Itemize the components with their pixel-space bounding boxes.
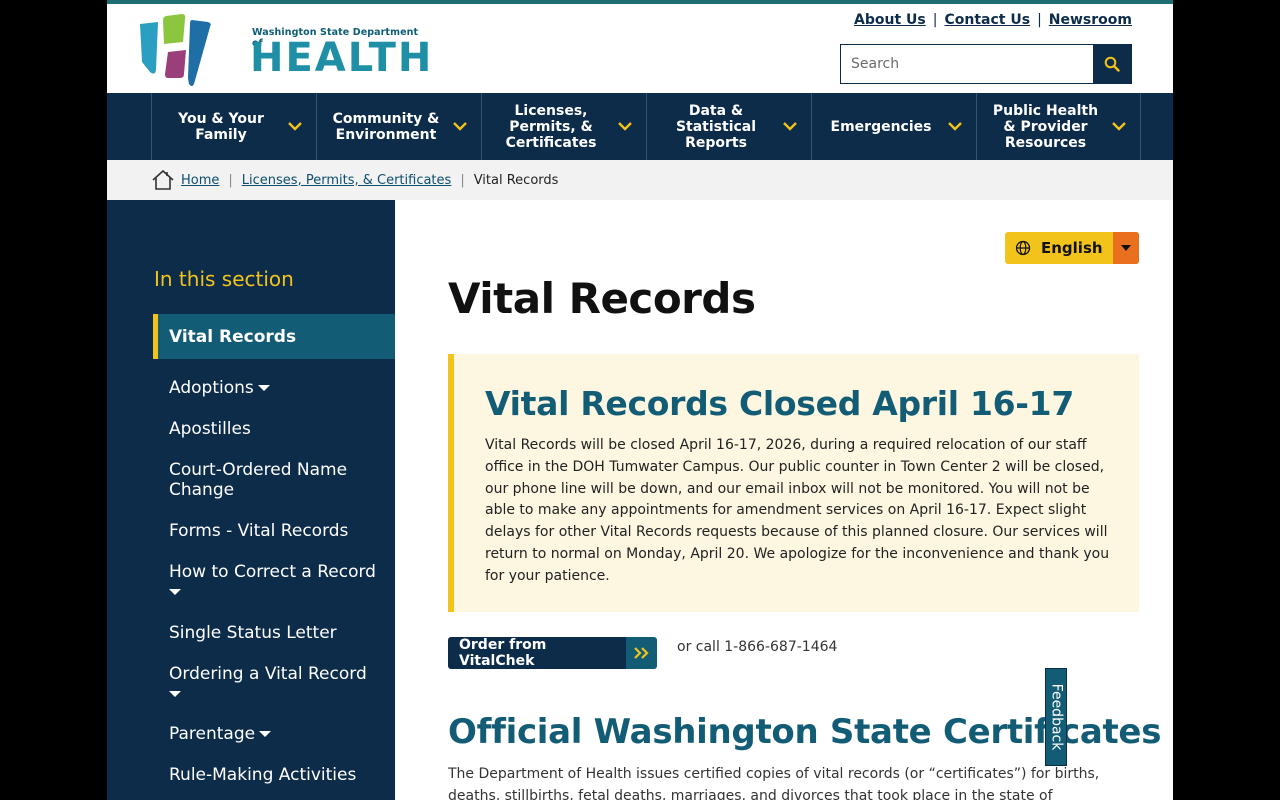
nav-public-health-provider-resources[interactable]: Public Health & Provider Resources	[976, 93, 1141, 160]
globe-icon	[1015, 240, 1031, 256]
breadcrumb-parent-link[interactable]: Licenses, Permits, & Certificates	[242, 173, 452, 188]
order-button-arrow	[626, 637, 657, 669]
sidebar-item-correct-record[interactable]: How to Correct a Record	[169, 562, 384, 602]
breadcrumb: Home | Licenses, Permits, & Certificates…	[107, 160, 1173, 200]
alert-title: Vital Records Closed April 16-17	[485, 384, 1074, 423]
nav-data-statistical-reports[interactable]: Data & Statistical Reports	[646, 93, 811, 160]
nav-you-and-your-family[interactable]: You & Your Family	[151, 93, 316, 160]
logo-wordmark: HEALTH	[250, 35, 434, 81]
nav-label-line: Community &	[332, 110, 440, 127]
expand-caret-icon[interactable]	[169, 589, 181, 595]
language-selector[interactable]: English	[1005, 232, 1139, 264]
sidebar-item-ordering[interactable]: Ordering a Vital Record	[169, 664, 384, 704]
nav-label-line: Emergencies	[830, 118, 932, 135]
nav-label-line: You & Your	[178, 110, 264, 127]
breadcrumb-home-link[interactable]: Home	[181, 173, 219, 188]
order-vitalchek-button[interactable]: Order from VitalChek	[448, 637, 657, 669]
sidebar-title: In this section	[154, 267, 294, 291]
utility-links: About Us | Contact Us | Newsroom	[854, 12, 1132, 28]
order-button-label: Order from VitalChek	[448, 637, 626, 669]
utility-separator: |	[1037, 12, 1042, 28]
sidebar-item-vital-records[interactable]: Vital Records	[153, 314, 395, 359]
page: Washington State Department of HEALTH Ab…	[107, 0, 1173, 800]
page-title: Vital Records	[448, 274, 756, 323]
search-icon	[1104, 56, 1120, 72]
sidebar-item-label: Court-Ordered Name Change	[169, 460, 348, 500]
sidebar-item-label: Forms - Vital Records	[169, 521, 349, 541]
sidebar-item-label: How to Correct a Record	[169, 562, 376, 582]
search-input[interactable]	[841, 45, 1093, 83]
sidebar-item-label: Ordering a Vital Record	[169, 664, 367, 684]
sidebar-item-label: Apostilles	[169, 419, 251, 439]
sidebar-item-court-ordered-name-change[interactable]: Court-Ordered Name Change	[169, 460, 384, 500]
nav-licenses-permits-certificates[interactable]: Licenses, Permits, & Certificates	[481, 93, 646, 160]
closure-alert: Vital Records Closed April 16-17 Vital R…	[448, 354, 1139, 612]
sidebar-item-forms[interactable]: Forms - Vital Records	[169, 521, 384, 541]
nav-label-line: Data &	[688, 102, 744, 119]
sidebar-item-parentage[interactable]: Parentage	[169, 724, 384, 744]
chevron-down-icon	[618, 122, 632, 131]
nav-label-line: & Provider	[1003, 118, 1088, 135]
nav-label-line: Licenses,	[514, 102, 588, 119]
chevron-down-icon	[783, 122, 797, 131]
breadcrumb-separator: |	[228, 172, 233, 188]
phone-text: or call 1-866-687-1464	[677, 639, 838, 655]
alert-body: Vital Records will be closed April 16-17…	[485, 437, 1110, 584]
language-label: English	[1041, 239, 1103, 257]
newsroom-link[interactable]: Newsroom	[1049, 12, 1132, 28]
contact-us-link[interactable]: Contact Us	[944, 12, 1030, 28]
double-chevron-right-icon	[633, 647, 649, 659]
language-dropdown-button[interactable]	[1113, 232, 1139, 264]
nav-label-line: Family	[195, 126, 247, 143]
home-icon[interactable]	[151, 169, 175, 191]
main-navigation: You & Your Family Community & Environment …	[107, 93, 1173, 160]
sidebar-item-label: Rule-Making Activities	[169, 765, 357, 785]
doh-logo[interactable]: Washington State Department of HEALTH	[138, 12, 431, 88]
sidebar-item-rule-making[interactable]: Rule-Making Activities	[169, 765, 384, 785]
expand-caret-icon[interactable]	[257, 385, 270, 391]
feedback-tab[interactable]: Feedback	[1045, 668, 1067, 766]
expand-caret-icon[interactable]	[169, 691, 181, 697]
nav-label-line: Permits, &	[509, 118, 593, 135]
sidebar-item-label: Adoptions	[169, 378, 254, 398]
search-form	[840, 44, 1132, 84]
chevron-down-icon	[453, 122, 467, 131]
nav-label-line: Public Health	[992, 102, 1099, 119]
sidebar-item-adoptions[interactable]: Adoptions	[169, 378, 384, 398]
nav-label-line: Certificates	[505, 134, 597, 151]
site-header: Washington State Department of HEALTH Ab…	[107, 4, 1173, 93]
utility-separator: |	[932, 12, 938, 28]
nav-label-line: Resources	[1004, 134, 1087, 151]
caret-down-icon	[1121, 245, 1131, 251]
chevron-down-icon	[288, 122, 302, 131]
sidebar-item-single-status-letter[interactable]: Single Status Letter	[169, 623, 384, 643]
sidebar-item-label: Parentage	[169, 724, 256, 744]
chevron-down-icon	[948, 122, 962, 131]
search-button[interactable]	[1093, 45, 1131, 83]
breadcrumb-separator: |	[460, 172, 465, 188]
nav-label-line: Reports	[685, 134, 747, 151]
breadcrumb-current: Vital Records	[473, 172, 559, 188]
about-us-link[interactable]: About Us	[854, 12, 926, 28]
nav-community-environment[interactable]: Community & Environment	[316, 93, 481, 160]
expand-caret-icon[interactable]	[259, 731, 272, 737]
sidebar-item-apostilles[interactable]: Apostilles	[169, 419, 384, 439]
logo-mark-icon	[140, 14, 211, 86]
nav-label-line: Statistical	[675, 118, 757, 135]
sidebar-item-label: Single Status Letter	[169, 623, 337, 643]
nav-emergencies[interactable]: Emergencies	[811, 93, 976, 160]
nav-label-line: Environment	[335, 126, 437, 143]
chevron-down-icon	[1112, 122, 1126, 131]
section-sidebar: In this section Vital Records Adoptions …	[107, 200, 395, 800]
feedback-label: Feedback	[1048, 683, 1065, 751]
section-intro: The Department of Health issues certifie…	[448, 766, 1100, 800]
